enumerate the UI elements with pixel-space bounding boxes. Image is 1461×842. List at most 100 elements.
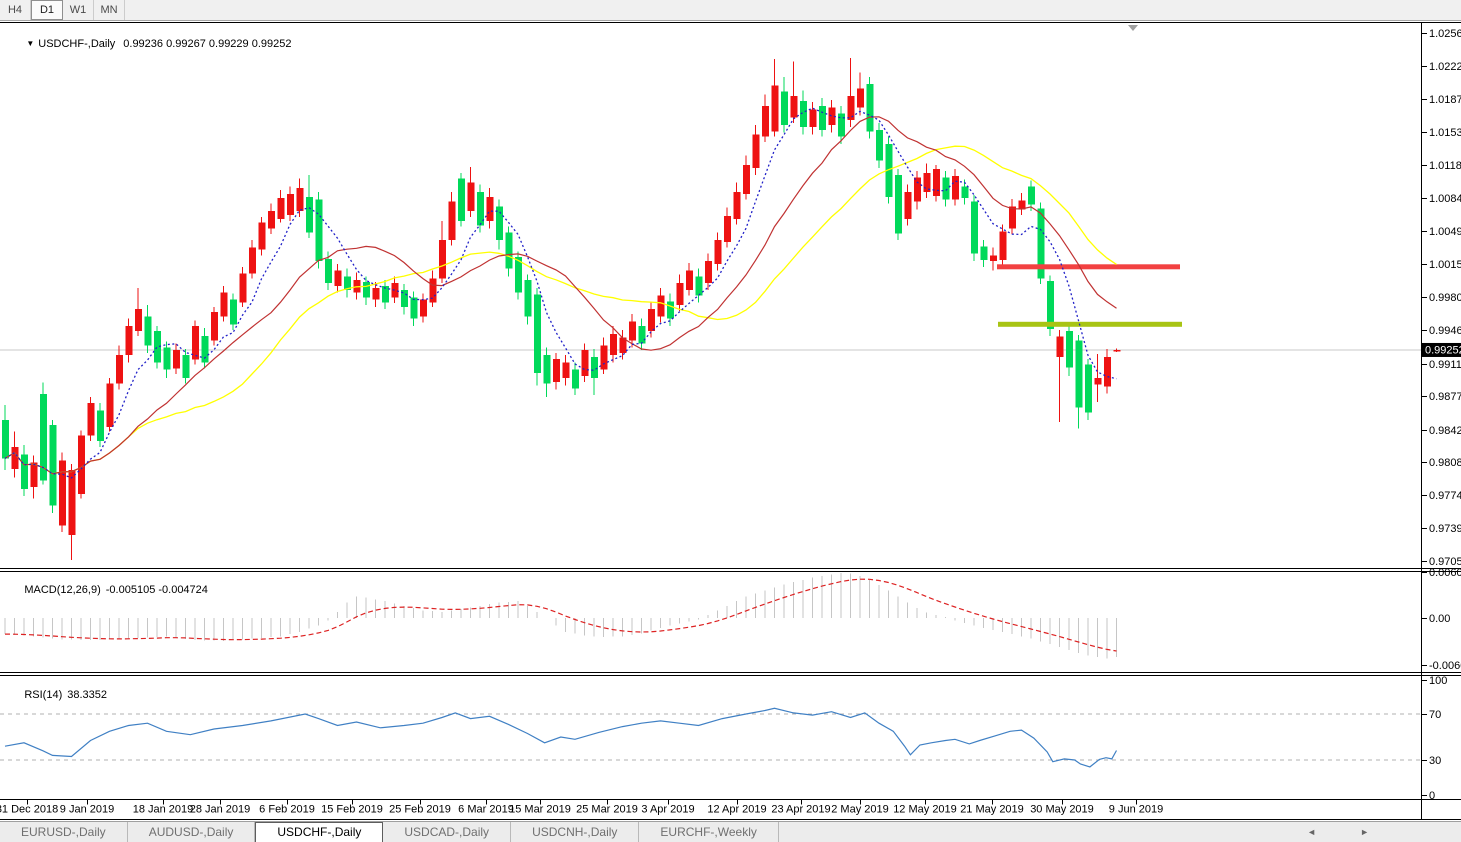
timeframe-button-h4[interactable]: H4 [0, 0, 31, 20]
candle-body [239, 273, 247, 303]
date-axis-label: 25 Mar 2019 [576, 804, 638, 816]
candle-body [59, 460, 66, 526]
candle-body [1094, 377, 1102, 385]
candle-body [2, 420, 9, 459]
candle-body [581, 350, 589, 377]
candle-body [249, 247, 256, 274]
candle-body [743, 165, 750, 194]
date-axis-label: 23 Apr 2019 [771, 804, 830, 816]
candle-body [534, 294, 541, 374]
candle-body [486, 196, 494, 221]
candle-body [971, 201, 978, 254]
candle-body [914, 177, 921, 202]
candle-body [448, 201, 456, 240]
tab-usdchf-daily[interactable]: USDCHF-,Daily [255, 822, 384, 842]
support-line[interactable] [998, 321, 1182, 327]
candle-body [315, 199, 323, 262]
candle-body [857, 88, 864, 108]
candle-body [933, 169, 940, 196]
current-price-tag-label: 0.99252 [1425, 344, 1461, 356]
macd-axis-label: 0.00 [1429, 613, 1450, 625]
tab-scroll-right-icon[interactable]: ► [1360, 827, 1369, 837]
candle-body [847, 96, 855, 121]
candle-body [410, 297, 418, 319]
candle-body [116, 354, 123, 384]
candle-body [667, 301, 674, 319]
price-axis-label: 0.99110 [1429, 359, 1461, 371]
candle-body [961, 186, 969, 198]
candle-body [876, 129, 883, 161]
date-axis-label: 9 Jan 2019 [60, 804, 114, 816]
candle-body [819, 105, 826, 130]
candle-body [11, 446, 19, 469]
candle-body [543, 354, 551, 384]
tab-usdcad-daily[interactable]: USDCAD-,Daily [383, 822, 512, 842]
candle-body [524, 280, 532, 317]
candle-body [895, 174, 902, 234]
candle-body [287, 193, 294, 216]
candle-body [363, 282, 370, 298]
timeframe-button-mn[interactable]: MN [94, 0, 125, 20]
candle-body [952, 175, 959, 200]
candle-body [268, 211, 275, 229]
date-axis-label: 18 Jan 2019 [133, 804, 194, 816]
date-axis-label: 3 Apr 2019 [641, 804, 694, 816]
rsi-axis-label: 100 [1429, 675, 1447, 687]
candle-body [781, 91, 788, 125]
candle-body [420, 299, 427, 317]
candle-body [657, 295, 665, 317]
candle-body [106, 383, 114, 427]
candle-body [629, 321, 636, 341]
macd-axis-label: 0.006058 [1429, 567, 1461, 579]
timeframe-button-w1[interactable]: W1 [63, 0, 94, 20]
candle-body [439, 239, 446, 279]
chart-canvas[interactable]: 1.02560 1.02220 1.01870 1.01530 1.01180 1.008… [0, 21, 1461, 821]
rsi-axis-label: 30 [1429, 755, 1441, 767]
price-axis-label: 1.02220 [1429, 61, 1461, 73]
candle-body [866, 83, 874, 132]
tab-scroll-left-icon[interactable]: ◄ [1307, 827, 1316, 837]
candle-body [980, 246, 988, 261]
resistance-line[interactable] [997, 264, 1180, 270]
date-axis-label: 30 May 2019 [1030, 804, 1094, 816]
candle-body [97, 410, 104, 442]
price-axis-label: 0.97740 [1429, 490, 1461, 502]
candle-body [724, 216, 731, 242]
candle-body [1009, 206, 1016, 229]
candle-body [1085, 364, 1092, 413]
candle-body [591, 356, 598, 378]
price-axis-label: 1.00840 [1429, 193, 1461, 205]
candle-body [610, 333, 617, 355]
date-axis-label: 28 Jan 2019 [190, 804, 251, 816]
candle-body [600, 345, 608, 370]
tab-eurchf-weekly[interactable]: EURCHF-,Weekly [639, 822, 779, 842]
candle-body [676, 283, 684, 306]
candle-body [999, 231, 1007, 261]
price-axis-label: 1.01530 [1429, 127, 1461, 139]
candle-body [306, 196, 313, 233]
mt4-window: H4 D1 W1 MN 1.02560 1.02220 1.01870 1.01530… [0, 0, 1461, 842]
tab-audusd-daily[interactable]: AUDUSD-,Daily [128, 822, 256, 842]
date-axis-label: 31 Dec 2018 [0, 804, 58, 816]
candle-body [1113, 349, 1121, 352]
candle-body [771, 85, 779, 132]
candle-body [809, 109, 817, 127]
timeframe-toolbar: H4 D1 W1 MN [0, 0, 1461, 21]
tab-eurusd-daily[interactable]: EURUSD-,Daily [0, 822, 128, 842]
price-axis-label: 1.02560 [1429, 28, 1461, 40]
candle-body [325, 259, 332, 284]
candle-body [638, 326, 646, 344]
candle-body [648, 308, 655, 332]
price-axis-label: 0.99800 [1429, 292, 1461, 304]
candle-body [714, 239, 722, 264]
candle-body [572, 369, 579, 389]
candle-body [78, 435, 85, 494]
timeframe-button-d1[interactable]: D1 [31, 0, 63, 20]
candle-body [68, 469, 76, 536]
rsi-axis-label: 70 [1429, 709, 1441, 721]
chart-window: 1.02560 1.02220 1.01870 1.01530 1.01180 1.008… [0, 21, 1461, 821]
tab-usdcnh-daily[interactable]: USDCNH-,Daily [511, 822, 640, 842]
date-axis-label: 15 Feb 2019 [321, 804, 383, 816]
candle-body [211, 311, 218, 341]
date-axis-label: 21 May 2019 [960, 804, 1024, 816]
